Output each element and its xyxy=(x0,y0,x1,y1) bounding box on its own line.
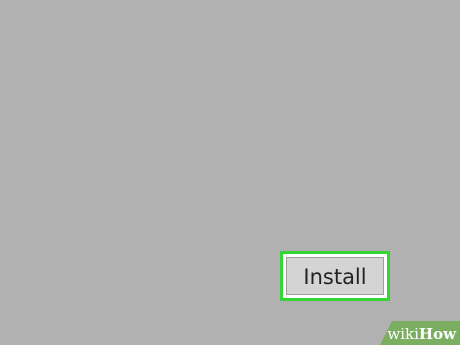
wikihow-watermark: wikiHow xyxy=(370,321,460,345)
install-button[interactable]: Install xyxy=(286,257,384,295)
install-button-highlight: Install xyxy=(280,251,390,301)
desktop-screen: Install wikiHow xyxy=(0,0,460,345)
watermark-prefix: wiki xyxy=(387,325,419,343)
watermark-text: wikiHow xyxy=(387,325,456,343)
watermark-suffix: How xyxy=(418,325,456,343)
